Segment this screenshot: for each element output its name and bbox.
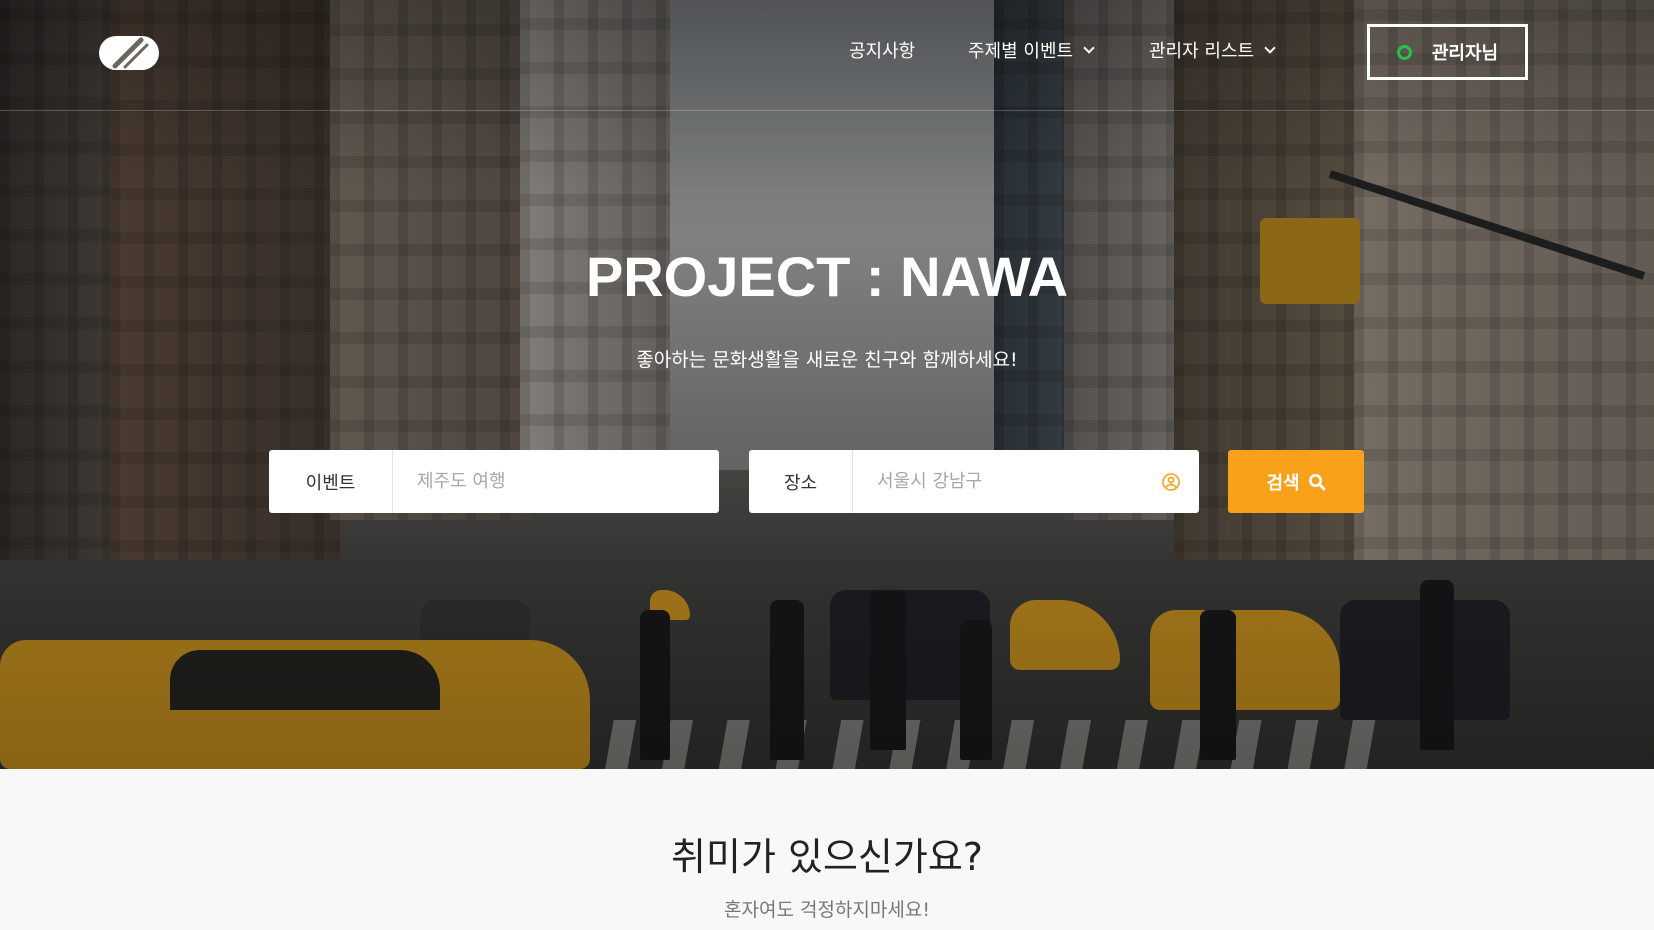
place-search-input[interactable] [853, 450, 1161, 513]
site-header: 공지사항 주제별 이벤트 관리자 리스트 관리자님 [0, 0, 1654, 111]
event-search-label: 이벤트 [269, 450, 393, 513]
location-target-icon[interactable] [1161, 472, 1181, 492]
nav-item-notice[interactable]: 공지사항 [849, 37, 915, 63]
admin-account-button[interactable]: 관리자님 [1367, 24, 1528, 80]
nav-item-topic-events[interactable]: 주제별 이벤트 [968, 37, 1095, 63]
hero-subtitle: 좋아하는 문화생활을 새로운 친구와 함께하세요! [636, 349, 1018, 371]
search-icon [1308, 473, 1325, 490]
nav-item-label: 공지사항 [849, 41, 916, 62]
hero-background [0, 0, 1654, 769]
online-status-icon [1396, 44, 1412, 60]
nav-item-label: 관리자 리스트 [1149, 41, 1255, 62]
event-search-group: 이벤트 [269, 450, 719, 513]
chevron-down-icon [1083, 41, 1095, 54]
hero-vignette [0, 0, 1654, 769]
search-button-label: 검색 [1266, 472, 1300, 494]
section-title: 취미가 있으신가요? [671, 835, 983, 879]
place-search-group: 장소 [749, 450, 1199, 513]
section-subtitle: 혼자여도 걱정하지마세요! [724, 899, 930, 921]
place-search-label: 장소 [749, 450, 853, 513]
search-button[interactable]: 검색 [1228, 450, 1364, 513]
admin-button-label: 관리자님 [1431, 43, 1499, 64]
nav-item-admin-list[interactable]: 관리자 리스트 [1149, 37, 1276, 63]
chevron-down-icon [1264, 41, 1276, 54]
brand-logo-icon[interactable] [97, 34, 161, 72]
nav-item-label: 주제별 이벤트 [968, 41, 1074, 62]
event-search-input[interactable] [393, 450, 719, 513]
hero-title: PROJECT : NAWA [585, 245, 1069, 308]
